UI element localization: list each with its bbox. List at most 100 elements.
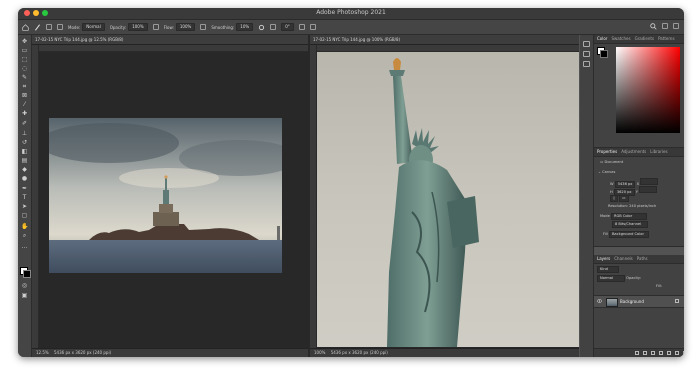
document-window-right: 17-02-15 NYC Trip 144.jpg @ 100% (RGB/8) <box>310 35 579 357</box>
tab-gradients[interactable]: Gradients <box>635 35 655 43</box>
symmetry-icon[interactable] <box>309 24 316 30</box>
background-color-swatch[interactable] <box>23 270 31 278</box>
document-tab[interactable]: 17-02-15 NYC Trip 144.jpg @ 12.5% (RGB/8… <box>32 35 308 45</box>
flow-input[interactable]: 100% <box>175 23 196 31</box>
tab-paths[interactable]: Paths <box>637 255 648 263</box>
search-icon[interactable] <box>650 23 657 31</box>
brush-panel-icon[interactable] <box>583 51 590 57</box>
history-panel-icon[interactable] <box>583 41 590 47</box>
frame-tool-icon[interactable]: ⊠ <box>21 93 28 99</box>
mode-select[interactable]: Normal <box>82 23 105 31</box>
eyedropper-tool-icon[interactable]: ⁄ <box>21 102 28 108</box>
fill-select[interactable]: Background Color <box>608 231 649 238</box>
brush-icon[interactable] <box>34 23 41 31</box>
opacity-input[interactable]: 100% <box>128 23 148 31</box>
gear-icon[interactable] <box>258 24 265 31</box>
angle-input[interactable]: 0° <box>281 23 294 31</box>
portrait-icon[interactable]: ▯ <box>610 195 618 202</box>
stamp-tool-icon[interactable]: ⊥ <box>21 131 28 137</box>
layer-style-icon[interactable] <box>643 351 647 355</box>
color-panel-tabs: Color Swatches Gradients Patterns <box>594 35 684 44</box>
hand-tool-icon[interactable]: ✋ <box>21 224 28 230</box>
tab-adjustments[interactable]: Adjustments <box>621 148 646 156</box>
edit-toolbar-icon[interactable]: … <box>21 244 28 250</box>
panels-dock: Color Swatches Gradients Patterns Proper… <box>580 35 684 357</box>
crop-tool-icon[interactable]: ⌗ <box>21 84 28 90</box>
blend-mode-select[interactable]: Normal <box>597 275 625 282</box>
add-mask-icon[interactable] <box>651 351 655 355</box>
tab-swatches[interactable]: Swatches <box>611 35 630 43</box>
brush-settings-icon[interactable] <box>57 24 63 30</box>
marquee-tool-icon[interactable]: ⬚ <box>21 57 28 63</box>
zoom-tool-icon[interactable]: ⌕ <box>21 233 28 239</box>
canvas[interactable] <box>317 52 579 348</box>
artboard-tool-icon[interactable]: ▭ <box>21 48 28 54</box>
adjustment-layer-icon[interactable] <box>659 351 663 355</box>
mode-row: Mode RGB Color <box>600 213 647 220</box>
dodge-tool-icon[interactable]: ● <box>21 176 28 182</box>
new-layer-icon[interactable] <box>675 351 679 355</box>
type-tool-icon[interactable]: T <box>21 195 28 201</box>
y-input[interactable] <box>639 186 658 193</box>
brush-preset-picker[interactable] <box>46 24 52 30</box>
photo-thumbnail <box>49 118 282 273</box>
tab-patterns[interactable]: Patterns <box>658 35 674 43</box>
flow-label: Flow: <box>163 24 174 30</box>
quick-select-tool-icon[interactable]: ✎ <box>21 75 28 81</box>
canvas-section-header[interactable]: ⌄ Canvas <box>598 170 615 174</box>
layers-footer <box>594 348 684 357</box>
pressure-opacity-icon[interactable] <box>152 24 159 30</box>
move-tool-icon[interactable]: ✥ <box>21 39 28 45</box>
history-brush-tool-icon[interactable]: ↺ <box>21 140 28 146</box>
screen-mode-icon[interactable]: ▣ <box>21 293 28 299</box>
tab-channels[interactable]: Channels <box>614 255 633 263</box>
info-panel-icon[interactable] <box>583 61 590 67</box>
canvas[interactable] <box>39 52 308 348</box>
landscape-icon[interactable]: ▭ <box>619 195 629 202</box>
home-icon[interactable] <box>22 23 29 31</box>
workspace-icon[interactable] <box>662 23 668 29</box>
x-input[interactable] <box>640 178 659 185</box>
blur-tool-icon[interactable]: ◆ <box>21 167 28 173</box>
share-icon[interactable] <box>673 23 679 29</box>
background-color-chip[interactable] <box>600 50 608 58</box>
angle-icon[interactable] <box>270 24 277 30</box>
layer-kind-filter[interactable]: Kind <box>597 266 619 273</box>
path-select-tool-icon[interactable]: ➤ <box>21 204 28 210</box>
shape-tool-icon[interactable]: ▢ <box>21 213 28 219</box>
trash-icon[interactable] <box>683 351 684 355</box>
link-layers-icon[interactable] <box>635 351 639 355</box>
pen-tool-icon[interactable]: ✒ <box>21 186 28 192</box>
airbrush-icon[interactable] <box>200 24 207 30</box>
smoothing-input[interactable]: 10% <box>236 23 254 31</box>
quick-mask-icon[interactable]: ◎ <box>21 283 28 289</box>
eye-icon[interactable] <box>597 299 602 303</box>
tab-libraries[interactable]: Libraries <box>650 148 667 156</box>
document-tab-title: 17-02-15 NYC Trip 144.jpg @ 12.5% (RGB/8… <box>35 37 124 42</box>
tab-color[interactable]: Color <box>597 35 607 43</box>
tab-layers[interactable]: Layers <box>597 255 610 263</box>
layers-panel-tabs: Layers Channels Paths <box>594 255 684 264</box>
bit-depth-value[interactable]: 8 Bits/Channel <box>612 221 648 228</box>
mode-select[interactable]: RGB Color <box>610 213 647 220</box>
document-tab[interactable]: 17-02-15 NYC Trip 144.jpg @ 100% (RGB/8) <box>310 35 579 45</box>
zoom-level[interactable]: 100% <box>314 350 325 355</box>
lasso-tool-icon[interactable]: ◌ <box>21 66 28 72</box>
layer-row[interactable]: Background <box>594 295 684 308</box>
tab-properties[interactable]: Properties <box>597 148 617 156</box>
brush-tool-icon[interactable]: ✐ <box>21 121 28 127</box>
healing-tool-icon[interactable]: ✚ <box>21 111 28 117</box>
eraser-tool-icon[interactable]: ◧ <box>21 149 28 155</box>
zoom-level[interactable]: 12.5% <box>36 350 49 355</box>
blend-row: Normal Opacity: <box>597 275 641 282</box>
pressure-size-icon[interactable] <box>298 24 305 30</box>
orientation-row: ▯ ▭ <box>610 195 629 202</box>
collapsed-panel-icons <box>580 35 594 357</box>
new-group-icon[interactable] <box>667 351 671 355</box>
properties-panel: Properties Adjustments Libraries ▭ Docum… <box>594 148 684 247</box>
gradient-tool-icon[interactable]: ▤ <box>21 158 28 164</box>
layer-name[interactable]: Background <box>620 296 644 307</box>
horizontal-ruler <box>38 45 308 52</box>
lock-icon[interactable] <box>675 299 679 303</box>
color-field[interactable] <box>616 47 680 133</box>
